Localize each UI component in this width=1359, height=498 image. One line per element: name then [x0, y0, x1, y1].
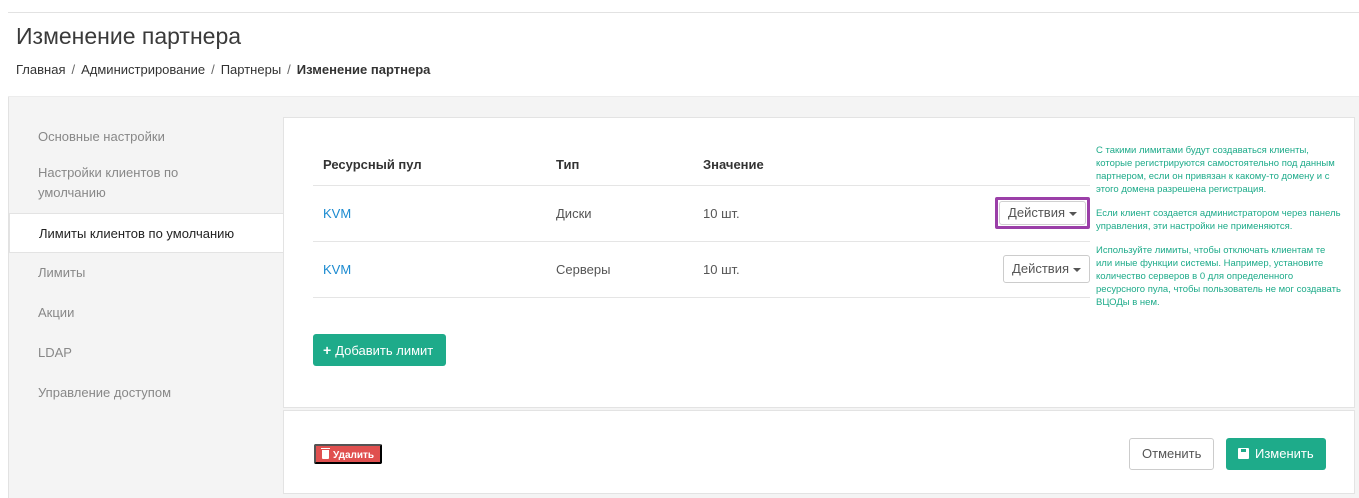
delete-button[interactable]: Удалить	[314, 444, 383, 464]
page-title: Изменение партнера	[16, 23, 242, 49]
save-label: Изменить	[1255, 446, 1314, 461]
help-paragraph: Используйте лимиты, чтобы отключать клие…	[1096, 245, 1341, 308]
table-row: KVM Серверы 10 шт. Действия	[313, 241, 1090, 298]
table-row: KVM Диски 10 шт. Действия	[313, 185, 1090, 242]
limit-type: Диски	[546, 185, 693, 242]
limit-value: 10 шт.	[693, 185, 923, 242]
breadcrumb-partners[interactable]: Партнеры	[221, 62, 281, 77]
limit-value: 10 шт.	[693, 241, 923, 298]
breadcrumb-separator: /	[211, 62, 215, 77]
limit-type: Серверы	[546, 241, 693, 298]
add-limit-label: Добавить лимит	[335, 343, 434, 358]
breadcrumb-separator: /	[287, 62, 291, 77]
help-paragraph: Если клиент создается администратором че…	[1096, 208, 1341, 232]
sidebar-item-default-client-limits[interactable]: Лимиты клиентов по умолчанию	[9, 213, 283, 253]
sidebar-item-access-management[interactable]: Управление доступом	[9, 373, 283, 413]
page-header: Изменение партнера Главная / Администриров…	[8, 13, 1359, 97]
actions-label: Действия	[1012, 261, 1069, 276]
column-header-value: Значение	[693, 145, 923, 186]
cancel-button[interactable]: Отменить	[1129, 438, 1215, 470]
row-actions-cell: Действия	[923, 185, 1090, 242]
column-header-actions	[923, 145, 1090, 186]
resource-pool-link[interactable]: KVM	[313, 241, 546, 298]
sidebar-item-promotions[interactable]: Акции	[9, 293, 283, 333]
table-header-row: Ресурсный пул Тип Значение	[313, 145, 1090, 186]
sidebar-item-basic-settings[interactable]: Основные настройки	[9, 117, 283, 157]
actions-label: Действия	[1008, 205, 1065, 220]
help-text: С такими лимитами будут создаваться клие…	[1096, 144, 1343, 320]
row-actions-cell: Действия	[923, 241, 1090, 298]
floppy-disk-icon	[1238, 448, 1249, 459]
caret-down-icon	[1073, 267, 1081, 272]
help-paragraph: С такими лимитами будут создаваться клие…	[1096, 145, 1335, 195]
limits-table: Ресурсный пул Тип Значение KVM Диски 10 …	[313, 145, 1090, 298]
sidebar-item-limits[interactable]: Лимиты	[9, 253, 283, 293]
form-footer: Удалить Отменить Изменить	[283, 410, 1355, 494]
sidebar-item-default-client-settings[interactable]: Настройки клиентов по умолчанию	[9, 157, 239, 213]
resource-pool-link[interactable]: KVM	[313, 185, 546, 242]
column-header-resource-pool: Ресурсный пул	[313, 145, 546, 186]
column-header-type: Тип	[546, 145, 693, 186]
caret-down-icon	[1069, 211, 1077, 216]
limits-card: Ресурсный пул Тип Значение KVM Диски 10 …	[283, 117, 1355, 408]
actions-dropdown-button[interactable]: Действия	[1003, 255, 1090, 283]
breadcrumb-separator: /	[71, 62, 76, 77]
breadcrumb: Главная / Администрирование / Партнеры / Измен…	[16, 62, 430, 77]
breadcrumb-current: Изменение партнера	[296, 62, 431, 77]
trash-icon	[321, 448, 330, 459]
settings-sidebar: Основные настройки Настройки клиентов по…	[9, 117, 283, 413]
add-limit-button[interactable]: + Добавить лимит	[313, 334, 447, 366]
breadcrumb-home[interactable]: Главная	[16, 62, 65, 77]
save-button[interactable]: Изменить	[1226, 438, 1326, 470]
breadcrumb-administration[interactable]: Администрирование	[81, 62, 205, 77]
actions-dropdown-button[interactable]: Действия	[999, 201, 1086, 225]
delete-label: Удалить	[333, 450, 375, 461]
plus-icon: +	[323, 342, 332, 358]
actions-highlight-box: Действия	[995, 197, 1090, 229]
sidebar-item-ldap[interactable]: LDAP	[9, 333, 283, 373]
